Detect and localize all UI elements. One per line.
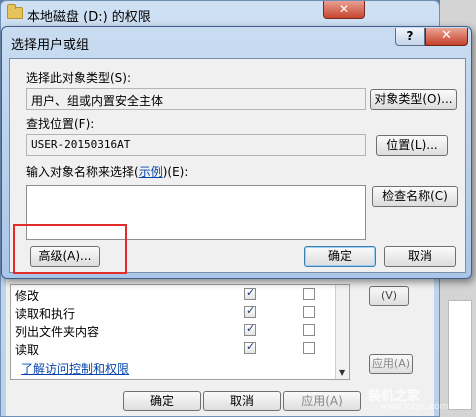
dialog-close-button[interactable]: ✕ [425, 28, 468, 46]
permission-name: 读取 [15, 343, 40, 357]
location-label: 查找位置(F): [26, 117, 95, 131]
permission-name: 读取和执行 [15, 307, 76, 321]
object-type-label: 选择此对象类型(S): [26, 71, 132, 85]
permissions-side-apply-button[interactable]: 应用(A) [369, 354, 413, 374]
permissions-edit-button[interactable]: (V) [369, 286, 409, 306]
help-icon: ? [406, 29, 414, 43]
object-names-label: 输入对象名称来选择(示例)(E): [26, 165, 189, 179]
annotation-highlight-box [13, 224, 127, 274]
folder-icon [7, 4, 23, 19]
locations-button[interactable]: 位置(L)... [376, 135, 448, 156]
deny-checkbox[interactable] [303, 288, 315, 300]
permissions-apply-button[interactable]: 应用(A) [283, 391, 361, 411]
permission-name: 列出文件夹内容 [15, 325, 100, 339]
object-type-field: 用户、组或内置安全主体 [26, 88, 366, 110]
dialog-title: 选择用户或组 [11, 38, 90, 53]
deny-checkbox[interactable] [303, 342, 315, 354]
allow-checkbox[interactable] [244, 304, 256, 318]
permission-row-read: 读取 [11, 339, 337, 357]
permission-row-list-folder: 列出文件夹内容 [11, 321, 337, 339]
permissions-close-button[interactable]: ✕ [323, 1, 365, 19]
access-control-help-link[interactable]: 了解访问控制和权限 [21, 360, 129, 377]
ok-button[interactable]: 确定 [304, 246, 376, 267]
help-button[interactable]: ? [395, 28, 425, 46]
permissions-window-title: 本地磁盘 (D:) 的权限 [27, 10, 151, 25]
check-names-button[interactable]: 检查名称(C) [372, 186, 458, 207]
close-icon: ✕ [441, 28, 452, 43]
permission-row-read-execute: 读取和执行 [11, 303, 337, 321]
deny-checkbox[interactable] [303, 324, 315, 336]
cancel-button[interactable]: 取消 [384, 246, 456, 267]
permission-row-modify: 修改 [11, 285, 337, 303]
allow-checkbox[interactable] [244, 286, 256, 300]
watermark-url: www.lotpc.com [380, 402, 449, 412]
permissions-ok-button[interactable]: 确定 [123, 391, 201, 411]
allow-checkbox[interactable] [244, 340, 256, 354]
object-types-button[interactable]: 对象类型(O)... [370, 89, 457, 110]
permissions-scrollbar[interactable]: ▼ [335, 285, 349, 379]
scroll-down-icon[interactable]: ▼ [339, 368, 345, 377]
allow-checkbox[interactable] [244, 322, 256, 336]
examples-link[interactable]: 示例 [139, 165, 163, 179]
location-field: USER-20150316AT [26, 134, 366, 156]
permission-name: 修改 [15, 289, 40, 303]
permissions-cancel-button[interactable]: 取消 [203, 391, 281, 411]
deny-checkbox[interactable] [303, 306, 315, 318]
